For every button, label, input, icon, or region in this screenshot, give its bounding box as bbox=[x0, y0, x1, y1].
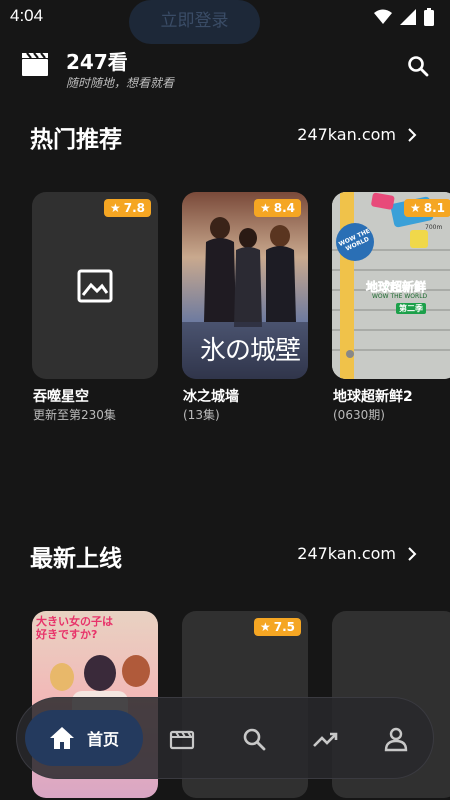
trending-icon[interactable] bbox=[312, 726, 338, 752]
card-subtitle: (0630期) bbox=[333, 408, 385, 422]
card-subtitle: 更新至第230集 bbox=[33, 408, 116, 422]
star-icon: ★ bbox=[259, 620, 271, 634]
chevron-right-icon[interactable] bbox=[404, 127, 420, 143]
app-subtitle: 随时随地，想看就看 bbox=[66, 76, 175, 90]
card-title: 冰之城墙 bbox=[183, 389, 239, 405]
poster-season-text: 第二季 bbox=[396, 303, 426, 314]
image-placeholder-icon bbox=[77, 269, 113, 303]
poster-distance-text: 700m bbox=[425, 224, 443, 231]
rating-badge: ★ 7.8 bbox=[103, 199, 151, 217]
card-title: 吞噬星空 bbox=[33, 389, 89, 405]
app-header: 247看 随时随地，想看就看 bbox=[0, 44, 450, 94]
rating-badge: ★ 8.1 bbox=[403, 199, 450, 217]
chevron-right-icon[interactable] bbox=[404, 546, 420, 562]
section-title-hot: 热门推荐 bbox=[30, 127, 122, 153]
star-icon: ★ bbox=[109, 201, 121, 215]
section-link-new[interactable]: 247kan.com bbox=[297, 544, 396, 563]
signal-icon bbox=[400, 9, 416, 25]
nav-home-label: 首页 bbox=[87, 730, 120, 749]
wifi-icon bbox=[374, 9, 392, 24]
media-card[interactable]: 氷の城壁 ★ 8.4 bbox=[182, 192, 308, 379]
nav-home[interactable]: 首页 bbox=[25, 710, 143, 766]
home-icon bbox=[50, 727, 74, 749]
card-subtitle: (13集) bbox=[183, 408, 220, 422]
battery-icon bbox=[424, 8, 434, 26]
poster-title-text: 大きい女の子は好きですか? bbox=[36, 615, 113, 641]
rating-badge: ★ 8.4 bbox=[253, 199, 301, 217]
media-card[interactable]: WOW THE WORLD 700m 地球超新鲜 WOW THE WORLD 第… bbox=[332, 192, 450, 379]
bottom-nav: 首页 bbox=[16, 697, 434, 779]
search-icon[interactable] bbox=[406, 54, 430, 78]
section-title-new: 最新上线 bbox=[30, 546, 122, 572]
media-card[interactable]: ★ 7.8 bbox=[32, 192, 158, 379]
status-time: 4:04 bbox=[10, 6, 44, 25]
poster-subtitle-text: WOW THE WORLD bbox=[372, 293, 428, 300]
movie-icon[interactable] bbox=[169, 726, 195, 752]
clapperboard-icon bbox=[22, 52, 48, 76]
app-title: 247看 bbox=[66, 50, 128, 74]
section-link-hot[interactable]: 247kan.com bbox=[297, 125, 396, 144]
poster-title-text: 氷の城壁 bbox=[200, 336, 301, 366]
star-icon: ★ bbox=[409, 201, 421, 215]
card-title: 地球超新鲜2 bbox=[333, 389, 413, 405]
rating-badge: ★ 7.5 bbox=[253, 618, 301, 636]
status-icons bbox=[374, 8, 434, 26]
star-icon: ★ bbox=[259, 201, 271, 215]
login-button[interactable]: 立即登录 bbox=[129, 0, 260, 44]
profile-icon[interactable] bbox=[383, 726, 409, 752]
search-icon[interactable] bbox=[241, 726, 267, 752]
